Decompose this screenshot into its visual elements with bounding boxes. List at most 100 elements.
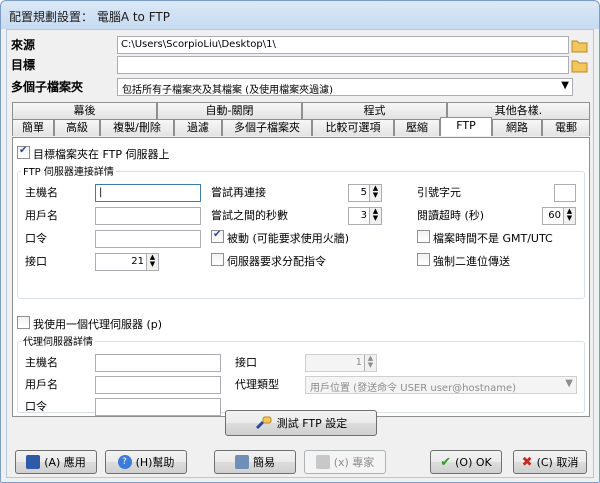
proxy-group-title: 代理伺服器詳情 [21, 333, 95, 348]
proxy-type-selected: 用戶位置 (發送命令 USER user@hostname) [310, 383, 517, 394]
save-disk-icon [26, 455, 41, 469]
proxy-user-input[interactable] [95, 376, 221, 394]
retry-label: 嘗試再連接 [211, 186, 266, 199]
test-ftp-button[interactable]: 測試 FTP 設定 [225, 410, 377, 436]
retry-delay-label: 嘗試之間的秒數 [211, 209, 288, 222]
password-label: 口令 [25, 232, 47, 245]
ftp-panel: 目標檔案夾在 FTP 伺服器上 FTP 伺服器連接詳情 主機名 | 用戶名 口令… [12, 137, 590, 417]
tab-background[interactable]: 幕後 [12, 102, 157, 119]
source-folder-icon[interactable] [571, 38, 588, 53]
dialog-window: 配置規劃設置： 電腦A to FTP 來源 C:\Users\ScorpioLi… [0, 0, 600, 483]
source-input[interactable]: C:\Users\ScorpioLiu\Desktop\1\ [117, 36, 569, 54]
cancel-label: (C) 取消 [536, 456, 579, 469]
password-input[interactable] [95, 230, 201, 248]
proxy-checkbox-label: 我使用一個代理伺服器 (p) [33, 318, 163, 331]
proxy-port-spinner[interactable]: 1 ▲ ▼ [305, 354, 377, 372]
read-timeout-value: 60 [548, 210, 561, 221]
spin-arrows-icon[interactable]: ▲ ▼ [369, 208, 381, 224]
simple-label: 簡易 [253, 456, 275, 469]
help-button[interactable]: ? (H)幫助 [105, 450, 187, 474]
spin-arrows-icon[interactable]: ▲ ▼ [369, 185, 381, 201]
subfolders-label: 多個子檔案夾 [11, 80, 84, 94]
tab-ftp[interactable]: FTP [440, 117, 492, 136]
tab-compare[interactable]: 比較可選項 [312, 119, 394, 136]
server-alloc-checkbox[interactable] [211, 253, 224, 266]
test-ftp-label: 測試 FTP 設定 [276, 417, 348, 430]
proxy-user-label: 用戶名 [25, 378, 58, 391]
spin-arrows-icon[interactable]: ▲ ▼ [364, 355, 376, 371]
proxy-password-label: 口令 [25, 400, 47, 413]
proxy-type-label: 代理類型 [235, 378, 279, 391]
retry-value: 5 [360, 187, 367, 198]
tab-subfolders[interactable]: 多個子檔案夾 [222, 119, 312, 136]
user-label: 用戶名 [25, 209, 58, 222]
target-on-ftp-checkbox[interactable] [17, 145, 30, 159]
passive-checkbox[interactable] [211, 229, 224, 243]
target-input[interactable] [117, 56, 569, 74]
cancel-button[interactable]: ✖ (C) 取消 [513, 450, 587, 474]
tabs-row-2: 簡單 高級 複製/刪除 過濾 多個子檔案夾 比較可選項 壓縮 FTP 網路 電郵 [12, 117, 590, 136]
wrench-icon [255, 416, 272, 430]
proxy-port-value: 1 [355, 357, 362, 368]
apply-button[interactable]: (A) 應用 [15, 450, 97, 474]
expert-icon [315, 455, 330, 469]
tab-copy-delete[interactable]: 複製/刪除 [100, 119, 174, 136]
retry-delay-value: 3 [360, 210, 367, 221]
ok-label: (O) OK [455, 455, 492, 469]
close-icon: ✖ [521, 454, 533, 470]
tabs-row-1: 幕後 自動-關閉 程式 其他各樣. [12, 102, 590, 119]
window-icon [235, 455, 249, 469]
binary-label: 強制二進位傳送 [433, 255, 510, 268]
target-on-ftp-label: 目標檔案夾在 FTP 伺服器上 [33, 148, 170, 161]
target-label: 目標 [11, 58, 36, 72]
apply-label: (A) 應用 [44, 456, 86, 469]
tab-compress[interactable]: 壓縮 [394, 119, 440, 136]
spin-arrows-icon[interactable]: ▲ ▼ [146, 254, 158, 270]
expert-label: (x) 專家 [333, 456, 375, 469]
retry-delay-spinner[interactable]: 3 ▲ ▼ [348, 207, 382, 225]
host-input[interactable]: | [95, 184, 201, 202]
quote-char-input[interactable] [554, 184, 576, 202]
tab-auto-close[interactable]: 自動-關閉 [157, 102, 302, 119]
port-label: 接口 [25, 255, 47, 268]
ok-button[interactable]: ✔ (O) OK [430, 450, 502, 474]
port-value: 21 [131, 256, 144, 267]
server-alloc-label: 伺服器要求分配指令 [227, 255, 326, 268]
tab-email[interactable]: 電郵 [542, 119, 590, 136]
proxy-port-label: 接口 [235, 356, 257, 369]
subfolders-select[interactable]: 包括所有子檔案夾及其檔案 (及使用檔案夾過濾) ▼ [117, 78, 573, 96]
read-timeout-label: 閱讀超時 (秒) [417, 209, 485, 222]
proxy-password-input[interactable] [95, 398, 221, 416]
proxy-host-label: 主機名 [25, 356, 58, 369]
quote-char-label: 引號字元 [417, 186, 461, 199]
tab-advanced[interactable]: 高級 [54, 119, 100, 136]
retry-spinner[interactable]: 5 ▲ ▼ [348, 184, 382, 202]
help-label: (H)幫助 [135, 456, 175, 469]
title-bar[interactable]: 配置規劃設置： 電腦A to FTP [1, 1, 599, 29]
proxy-type-select[interactable]: 用戶位置 (發送命令 USER user@hostname) ▼ [305, 376, 577, 394]
ftp-connection-group-title: FTP 伺服器連接詳情 [21, 163, 116, 178]
chevron-down-icon: ▼ [565, 378, 573, 389]
chevron-down-icon: ▼ [561, 80, 569, 91]
spin-arrows-icon[interactable]: ▲ ▼ [563, 208, 575, 224]
tab-simple[interactable]: 簡單 [12, 119, 54, 136]
simple-mode-button[interactable]: 簡易 [214, 450, 296, 474]
tab-programs[interactable]: 程式 [302, 102, 447, 119]
check-icon: ✔ [440, 454, 452, 470]
gmt-label: 檔案時間不是 GMT/UTC [433, 232, 553, 245]
proxy-checkbox[interactable] [17, 316, 30, 329]
read-timeout-spinner[interactable]: 60 ▲ ▼ [542, 207, 576, 225]
gmt-checkbox[interactable] [417, 230, 430, 243]
binary-checkbox[interactable] [417, 253, 430, 266]
proxy-host-input[interactable] [95, 354, 221, 372]
port-spinner[interactable]: 21 ▲ ▼ [95, 253, 159, 271]
host-label: 主機名 [25, 186, 58, 199]
window-title: 配置規劃設置： 電腦A to FTP [9, 10, 170, 24]
tab-network[interactable]: 網路 [492, 119, 542, 136]
dialog-client: 來源 C:\Users\ScorpioLiu\Desktop\1\ 目標 多個子… [6, 29, 594, 478]
target-folder-icon[interactable] [571, 58, 588, 73]
tab-filter[interactable]: 過濾 [174, 119, 222, 136]
expert-mode-button[interactable]: (x) 專家 [304, 450, 386, 474]
subfolders-selected: 包括所有子檔案夾及其檔案 (及使用檔案夾過濾) [122, 85, 333, 96]
user-input[interactable] [95, 207, 201, 225]
